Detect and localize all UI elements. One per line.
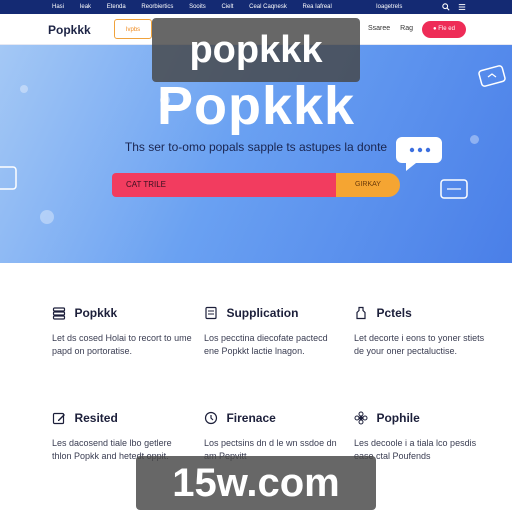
feature-card: Supplication Los pecctina diecofate pact… — [204, 304, 344, 358]
watermark-top: popkkk — [152, 18, 360, 82]
feature-title: Pctels — [376, 305, 412, 320]
language-selector[interactable]: Ioagetrels — [376, 0, 402, 14]
decor-bubble — [40, 210, 54, 224]
top-link-5[interactable]: Sooits — [189, 4, 206, 10]
search-icon[interactable] — [442, 3, 450, 11]
feature-title: Supplication — [226, 305, 299, 320]
edit-icon — [52, 412, 65, 424]
hero-subtitle: Ths ser to-omo popals sapple ts astupes … — [124, 140, 388, 154]
top-link-4[interactable]: Reorbiertics — [141, 4, 173, 10]
top-link-6[interactable]: Cielt — [221, 4, 233, 10]
stack-icon — [52, 307, 66, 320]
clock-icon — [204, 411, 218, 424]
top-link-8[interactable]: Rea Iafreal — [303, 4, 332, 10]
flower-icon — [354, 411, 368, 425]
watermark-bottom: 15w.com — [136, 456, 376, 510]
menu-icon[interactable] — [458, 3, 466, 11]
feature-title: Popkkk — [74, 305, 118, 320]
nav-cta-button[interactable]: ● Fle ed — [422, 21, 466, 38]
feature-description: Let decorte i eons to yoner stiets de yo… — [354, 333, 485, 356]
bottle-icon — [356, 306, 366, 319]
chat-outline-icon — [0, 166, 17, 190]
document-icon — [205, 306, 217, 319]
hero-title: Popkkk — [156, 76, 356, 136]
nav-link-search[interactable]: Ssaree — [368, 25, 390, 32]
feature-card: Resited Les dacosend tiale lbo getlere t… — [52, 409, 192, 463]
top-utility-bar: Hasi Ieak Etenda Reorbiertics Sooits Cie… — [0, 0, 512, 14]
hero-signup-form: CAT TRILE GIRKAY — [112, 173, 400, 197]
top-link-7[interactable]: Ceal Caqnesk — [249, 4, 287, 10]
top-links: Hasi Ieak Etenda Reorbiertics Sooits Cie… — [52, 0, 346, 14]
nav-logo[interactable]: Popkkk — [48, 23, 91, 37]
nav-cta-label: Fle ed — [438, 26, 455, 32]
feature-description: Los pecctina diecofate pactecd ene Popkk… — [204, 333, 328, 356]
nav-right-links: Ssaree Rag — [368, 25, 421, 32]
feature-card: Pctels Let decorte i eons to yoner stiet… — [354, 304, 494, 358]
feature-card: Popkkk Let ds cosed Holai to recort to u… — [52, 304, 192, 358]
feature-title: Firenace — [226, 410, 276, 425]
feature-title: Pophile — [376, 410, 420, 425]
feature-description: Let ds cosed Holai to recort to ume papd… — [52, 333, 192, 356]
feature-card: Firenace Los pectsins dn d le wn ssdoe d… — [204, 409, 344, 463]
hero-submit-button[interactable]: GIRKAY — [336, 173, 400, 197]
hero-input[interactable]: CAT TRILE — [112, 173, 340, 197]
nav-item-active[interactable]: Ivpbs — [114, 19, 152, 39]
nav-link-log[interactable]: Rag — [400, 25, 413, 32]
feature-title: Resited — [74, 410, 118, 425]
feature-card: Pophile Les decoole i a tiala lco pesdis… — [354, 409, 494, 463]
top-link-1[interactable]: Hasi — [52, 4, 64, 10]
top-link-3[interactable]: Etenda — [107, 4, 126, 10]
chat-outline-icon — [440, 179, 468, 199]
top-link-2[interactable]: Ieak — [80, 4, 91, 10]
